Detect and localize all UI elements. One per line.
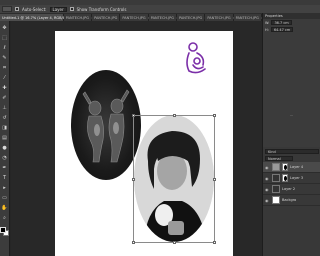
path-select-tool-icon[interactable]: ▸ [1, 185, 8, 191]
tab-document[interactable]: PANTECH.JPG× [177, 14, 207, 21]
properties-w-row: W: 36.7 cm [263, 19, 320, 26]
tab-document[interactable]: PANTECH.JPG× [233, 14, 262, 21]
type-tool-icon[interactable]: T [1, 175, 8, 181]
mother-child-logo-icon[interactable] [183, 41, 209, 75]
layer-row[interactable]: ◉ Layer 2 [263, 184, 320, 195]
auto-select-label: Auto-Select: [22, 6, 47, 12]
auto-select-dropdown[interactable]: Layer [49, 6, 67, 12]
eye-icon[interactable]: ◉ [265, 198, 270, 203]
tab-label: PANTECH.JPG [235, 15, 259, 20]
shape-tool-icon[interactable]: ▭ [1, 195, 8, 201]
tools-panel: ✥ ⬚ ℓ ✎ ⌗ ⁄ ✚ ✐ ⊥ ↺ ◨ ▤ ● ◔ ✒ T ▸ ▭ ✋ ⌕ [0, 21, 10, 256]
eraser-tool-icon[interactable]: ◨ [1, 125, 8, 131]
history-brush-tool-icon[interactable]: ↺ [1, 115, 8, 121]
layer-name: Layer 3 [290, 176, 304, 180]
layer-name: Layer 2 [282, 187, 296, 191]
tab-document[interactable]: PANTECH.JPG× [120, 14, 151, 21]
transform-handle[interactable] [132, 241, 135, 244]
layer-name: Layer 4 [290, 165, 304, 169]
tab-document[interactable]: PANTECH.JPG× [92, 14, 122, 21]
layer-thumbnail [272, 196, 280, 204]
tab-untitled-1[interactable]: Untitled-1 @ 16.7% (Layer 4, RGB/8*)× [0, 14, 73, 21]
right-panels: Properties W: 36.7 cm H: 64.47 cm ··· Ki… [262, 13, 320, 256]
w-label: W: [265, 20, 270, 25]
transform-handle[interactable] [213, 178, 216, 181]
width-field[interactable]: 36.7 cm [271, 20, 292, 25]
tab-label: PANTECH.JPG [207, 15, 231, 20]
options-bar: Auto-Select: Layer Show Transform Contro… [0, 5, 320, 13]
transform-handle[interactable] [213, 241, 216, 244]
hand-tool-icon[interactable]: ✋ [1, 205, 8, 211]
dodge-tool-icon[interactable]: ◔ [1, 155, 8, 161]
gradient-tool-icon[interactable]: ▤ [1, 135, 8, 141]
panel-divider: ··· [289, 113, 294, 118]
document-tabs: Untitled-1 @ 16.7% (Layer 4, RGB/8*)× PA… [0, 13, 262, 21]
document-page[interactable] [55, 31, 233, 256]
eye-icon[interactable]: ◉ [265, 176, 270, 181]
tab-label: PANTECH.JPG [122, 15, 146, 20]
zoom-tool-icon[interactable]: ⌕ [1, 215, 8, 221]
layer-row[interactable]: ◉ Layer 3 [263, 173, 320, 184]
layer-mask-thumbnail[interactable] [282, 163, 288, 171]
transform-handle[interactable] [213, 114, 216, 117]
sculpture-figures-image [82, 89, 130, 163]
pen-tool-icon[interactable]: ✒ [1, 165, 8, 171]
tab-label: PANTECH.JPG [94, 15, 118, 20]
foreground-color-swatch[interactable] [0, 227, 6, 233]
lasso-tool-icon[interactable]: ℓ [1, 45, 8, 51]
tab-document[interactable]: PANTECH.JPG× [148, 14, 179, 21]
brush-tool-icon[interactable]: ✐ [1, 95, 8, 101]
layer-thumbnail [272, 185, 280, 193]
transform-handle[interactable] [132, 178, 135, 181]
canvas-workspace[interactable] [11, 21, 262, 256]
layer-thumbnail [272, 174, 280, 182]
layers-panel: Kind Normal ◉ Layer 4 ◉ Layer 3 ◉ Layer … [263, 147, 320, 256]
layer-name: Backgro [282, 198, 297, 202]
marquee-tool-icon[interactable]: ⬚ [1, 35, 8, 41]
eyedropper-tool-icon[interactable]: ⁄ [1, 75, 8, 81]
quick-select-tool-icon[interactable]: ✎ [1, 55, 8, 61]
move-tool-icon[interactable]: ✥ [1, 25, 8, 31]
move-tool-preset-icon[interactable] [2, 6, 12, 12]
show-transform-label: Show Transform Controls [76, 6, 127, 12]
eye-icon[interactable]: ◉ [265, 165, 270, 170]
layer-row[interactable]: ◉ Layer 4 [263, 162, 320, 173]
show-transform-checkbox[interactable] [69, 7, 74, 11]
transform-handle[interactable] [173, 114, 176, 117]
height-field[interactable]: 64.47 cm [270, 27, 294, 32]
auto-select-checkbox[interactable] [15, 7, 19, 11]
h-label: H: [265, 27, 269, 32]
tab-label: PANTECH.JPG [150, 15, 174, 20]
properties-h-row: H: 64.47 cm [263, 26, 320, 33]
color-swatches[interactable] [0, 227, 9, 237]
blend-mode-dropdown[interactable]: Normal [265, 156, 293, 161]
crop-tool-icon[interactable]: ⌗ [1, 65, 8, 71]
layer-row[interactable]: ◉ Backgro [263, 195, 320, 206]
tab-document[interactable]: PANTECH.JPG× [205, 14, 236, 21]
transform-handle[interactable] [132, 114, 135, 117]
transform-handle[interactable] [173, 241, 176, 244]
blur-tool-icon[interactable]: ● [1, 145, 8, 151]
layer-filter-dropdown[interactable]: Kind [265, 149, 319, 154]
healing-tool-icon[interactable]: ✚ [1, 85, 8, 91]
tab-label: Untitled-1 @ 16.7% (Layer 4, RGB/8*) [2, 15, 69, 20]
layer-mask-thumbnail[interactable] [282, 174, 288, 182]
tab-label: PANTECH.JPG [65, 15, 89, 20]
stamp-tool-icon[interactable]: ⊥ [1, 105, 8, 111]
layer-thumbnail [272, 163, 280, 171]
transform-bounding-box[interactable] [132, 114, 216, 244]
sculpture-photo-oval[interactable] [71, 70, 141, 180]
tab-document[interactable]: PANTECH.JPG× [63, 14, 94, 21]
eye-icon[interactable]: ◉ [265, 187, 270, 192]
tab-label: PANTECH.JPG [179, 15, 203, 20]
